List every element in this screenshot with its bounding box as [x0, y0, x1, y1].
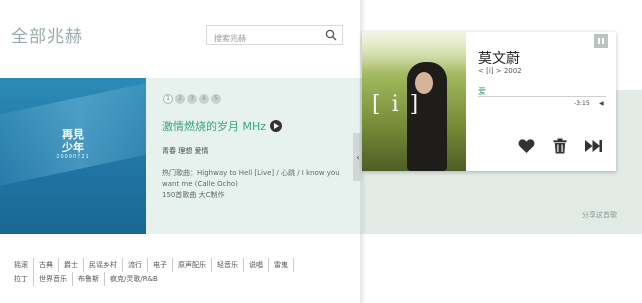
skip-next-icon[interactable]: [584, 138, 603, 154]
search-box[interactable]: [206, 25, 343, 48]
channel-title[interactable]: 激情燃烧的岁月 MHz: [162, 118, 266, 134]
volume-icon[interactable]: ◀: [599, 100, 604, 107]
genre-link[interactable]: 爵士: [64, 258, 84, 272]
brand-title: 全部兆赫: [11, 27, 83, 47]
genre-link[interactable]: 流行: [128, 258, 148, 272]
page-dots: 1 2 3 4 5: [163, 94, 221, 104]
album-meta[interactable]: < [i] > 2002: [478, 67, 522, 75]
time-remaining: -3:15: [574, 100, 590, 107]
trash-icon[interactable]: [553, 138, 567, 154]
genre-link[interactable]: 拉丁: [14, 272, 34, 286]
progress-bar[interactable]: [478, 96, 606, 97]
cover-title: 再見 少年: [62, 128, 84, 154]
album-art: [ i ]: [362, 32, 466, 171]
genre-link[interactable]: 布鲁斯: [78, 272, 105, 286]
search-icon[interactable]: [325, 29, 337, 41]
search-input[interactable]: [207, 29, 319, 48]
genre-list: 摇滚 古典 爵士 民谣乡村 流行 电子 原声配乐 轻音乐 说唱 雷鬼拉丁 世界音乐 布鲁斯 疯克/灵歌/…: [14, 258, 354, 286]
genre-link[interactable]: 说唱: [249, 258, 269, 272]
page-dot-2[interactable]: 2: [175, 94, 185, 104]
share-song-link[interactable]: 分享这首歌: [582, 210, 617, 220]
page-dot-1[interactable]: 1: [163, 94, 173, 104]
genre-link[interactable]: 民谣乡村: [89, 258, 123, 272]
cover-subtitle: 20090721: [56, 154, 90, 160]
player-card: [ i ] 莫文蔚 < [i] > 2002 爱 -3:15 ◀: [362, 32, 616, 171]
genre-link[interactable]: 摇滚: [14, 258, 34, 272]
genre-link[interactable]: 电子: [153, 258, 173, 272]
heart-icon[interactable]: [518, 138, 535, 154]
artist-name: 莫文蔚: [478, 51, 520, 67]
album-art-face: [415, 72, 433, 94]
hot-songs: 热门歌曲：Highway to Hell [Live] / 心跳 / I kno…: [162, 169, 340, 188]
genre-link[interactable]: 疯克/灵歌/R&B: [110, 272, 163, 286]
genre-link[interactable]: 轻音乐: [217, 258, 244, 272]
channel-title-row: 激情燃烧的岁月 MHz: [162, 118, 283, 134]
genre-link[interactable]: 原声配乐: [178, 258, 212, 272]
page-dot-3[interactable]: 3: [187, 94, 197, 104]
chevron-left-icon: ‹: [356, 152, 360, 162]
featured-cover[interactable]: 再見 少年 20090721: [0, 78, 146, 234]
channel-tags: 青春 理想 爱情: [162, 147, 209, 155]
genre-link[interactable]: 雷鬼: [274, 258, 294, 272]
genre-link[interactable]: 世界音乐: [39, 272, 73, 286]
pause-button[interactable]: [594, 34, 608, 48]
page-dot-5[interactable]: 5: [211, 94, 221, 104]
channel-count: 150首歌曲 大C制作: [162, 191, 225, 199]
play-channel-icon[interactable]: [270, 120, 283, 132]
genre-link[interactable]: 古典: [39, 258, 59, 272]
page-dot-4[interactable]: 4: [199, 94, 209, 104]
album-logo: [ i ]: [372, 92, 421, 117]
